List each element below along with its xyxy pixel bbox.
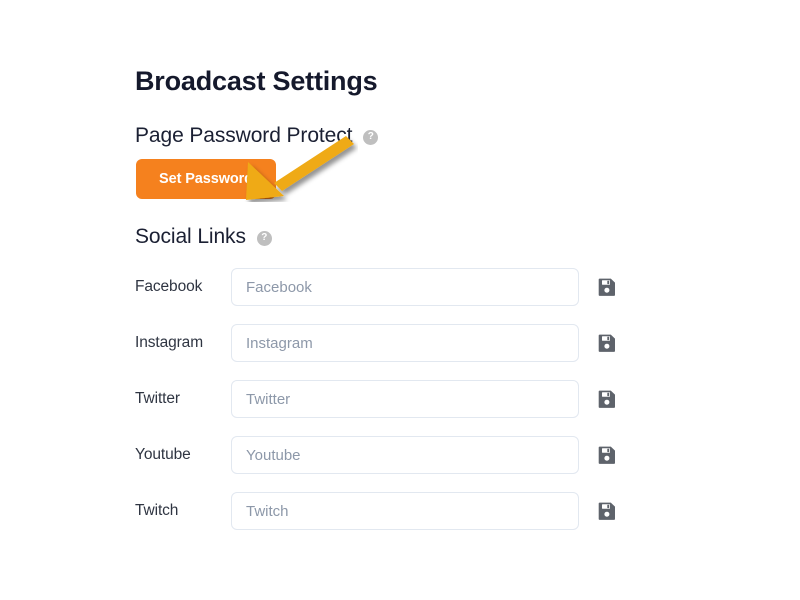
page-title: Broadcast Settings	[135, 66, 378, 96]
question-mark-circle-icon[interactable]: ?	[363, 129, 379, 145]
social-link-label: Twitter	[135, 390, 180, 407]
save-button-facebook[interactable]	[597, 277, 617, 297]
floppy-disk-save-icon	[598, 446, 615, 464]
page-password-protect-heading-row: Page Password Protect ?	[135, 124, 379, 148]
floppy-disk-save-icon	[598, 390, 615, 408]
social-link-row: Instagram	[135, 324, 625, 362]
floppy-disk-save-icon	[598, 502, 615, 520]
social-link-label: Instagram	[135, 334, 204, 351]
social-link-row: Twitch	[135, 492, 625, 530]
social-link-row: Facebook	[135, 268, 625, 306]
social-link-row: Twitter	[135, 380, 625, 418]
save-button-twitter[interactable]	[597, 389, 617, 409]
social-link-label: Facebook	[135, 278, 203, 295]
floppy-disk-save-icon	[598, 334, 615, 352]
social-link-input-twitter[interactable]	[231, 380, 579, 418]
set-password-button[interactable]: Set Password	[136, 159, 276, 199]
social-link-input-facebook[interactable]	[231, 268, 579, 306]
save-button-twitch[interactable]	[597, 501, 617, 521]
save-button-youtube[interactable]	[597, 445, 617, 465]
social-link-input-instagram[interactable]	[231, 324, 579, 362]
page-password-protect-heading: Page Password Protect	[135, 124, 353, 147]
social-link-label: Youtube	[135, 446, 191, 463]
social-links-heading: Social Links	[135, 225, 246, 248]
social-link-input-twitch[interactable]	[231, 492, 579, 530]
question-mark-circle-icon[interactable]: ?	[256, 230, 272, 246]
social-links-heading-row: Social Links ?	[135, 225, 272, 249]
broadcast-settings-page: Broadcast Settings Page Password Protect…	[0, 0, 800, 600]
save-button-instagram[interactable]	[597, 333, 617, 353]
social-link-input-youtube[interactable]	[231, 436, 579, 474]
social-link-row: Youtube	[135, 436, 625, 474]
social-link-label: Twitch	[135, 502, 179, 519]
floppy-disk-save-icon	[598, 278, 615, 296]
